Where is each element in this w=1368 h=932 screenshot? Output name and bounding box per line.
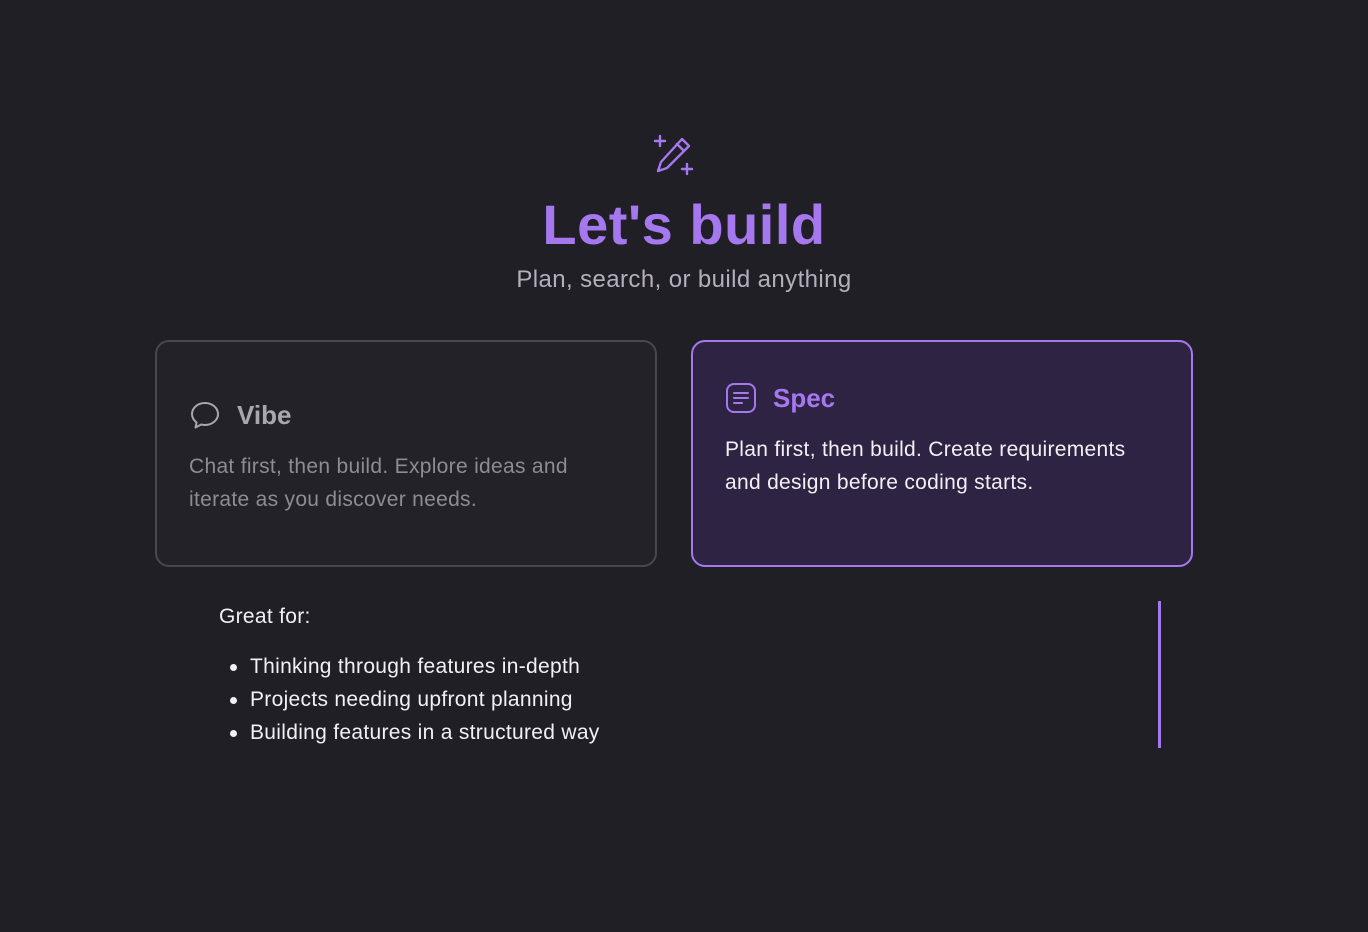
vibe-mode-card[interactable]: Vibe Chat first, then build. Explore ide… [155,340,657,567]
great-for-heading: Great for: [219,605,311,628]
welcome-page: Let's build Plan, search, or build anyth… [0,0,1368,932]
spec-card-description: Plan first, then build. Create requireme… [725,438,1126,494]
accent-bar [1158,601,1161,748]
spec-mode-card[interactable]: Spec Plan first, then build. Create requ… [691,340,1193,567]
vibe-card-description: Chat first, then build. Explore ideas an… [189,455,568,511]
list-item: Thinking through features in-depth [230,650,600,683]
benefits-list: Thinking through features in-depth Proje… [219,650,600,749]
vibe-card-title: Vibe [237,400,292,430]
chat-bubble-icon [191,402,219,429]
list-item: Projects needing upfront planning [230,683,600,716]
document-lines-icon [726,383,756,413]
magic-wand-sparkle-icon [653,134,694,176]
spec-card-title: Spec [773,383,836,413]
page-subtitle: Plan, search, or build anything [516,266,852,293]
page-title: Let's build [542,193,826,256]
vibe-card-header: Vibe [189,398,291,432]
list-item: Building features in a structured way [230,716,600,749]
spec-card-header: Spec [725,381,835,415]
